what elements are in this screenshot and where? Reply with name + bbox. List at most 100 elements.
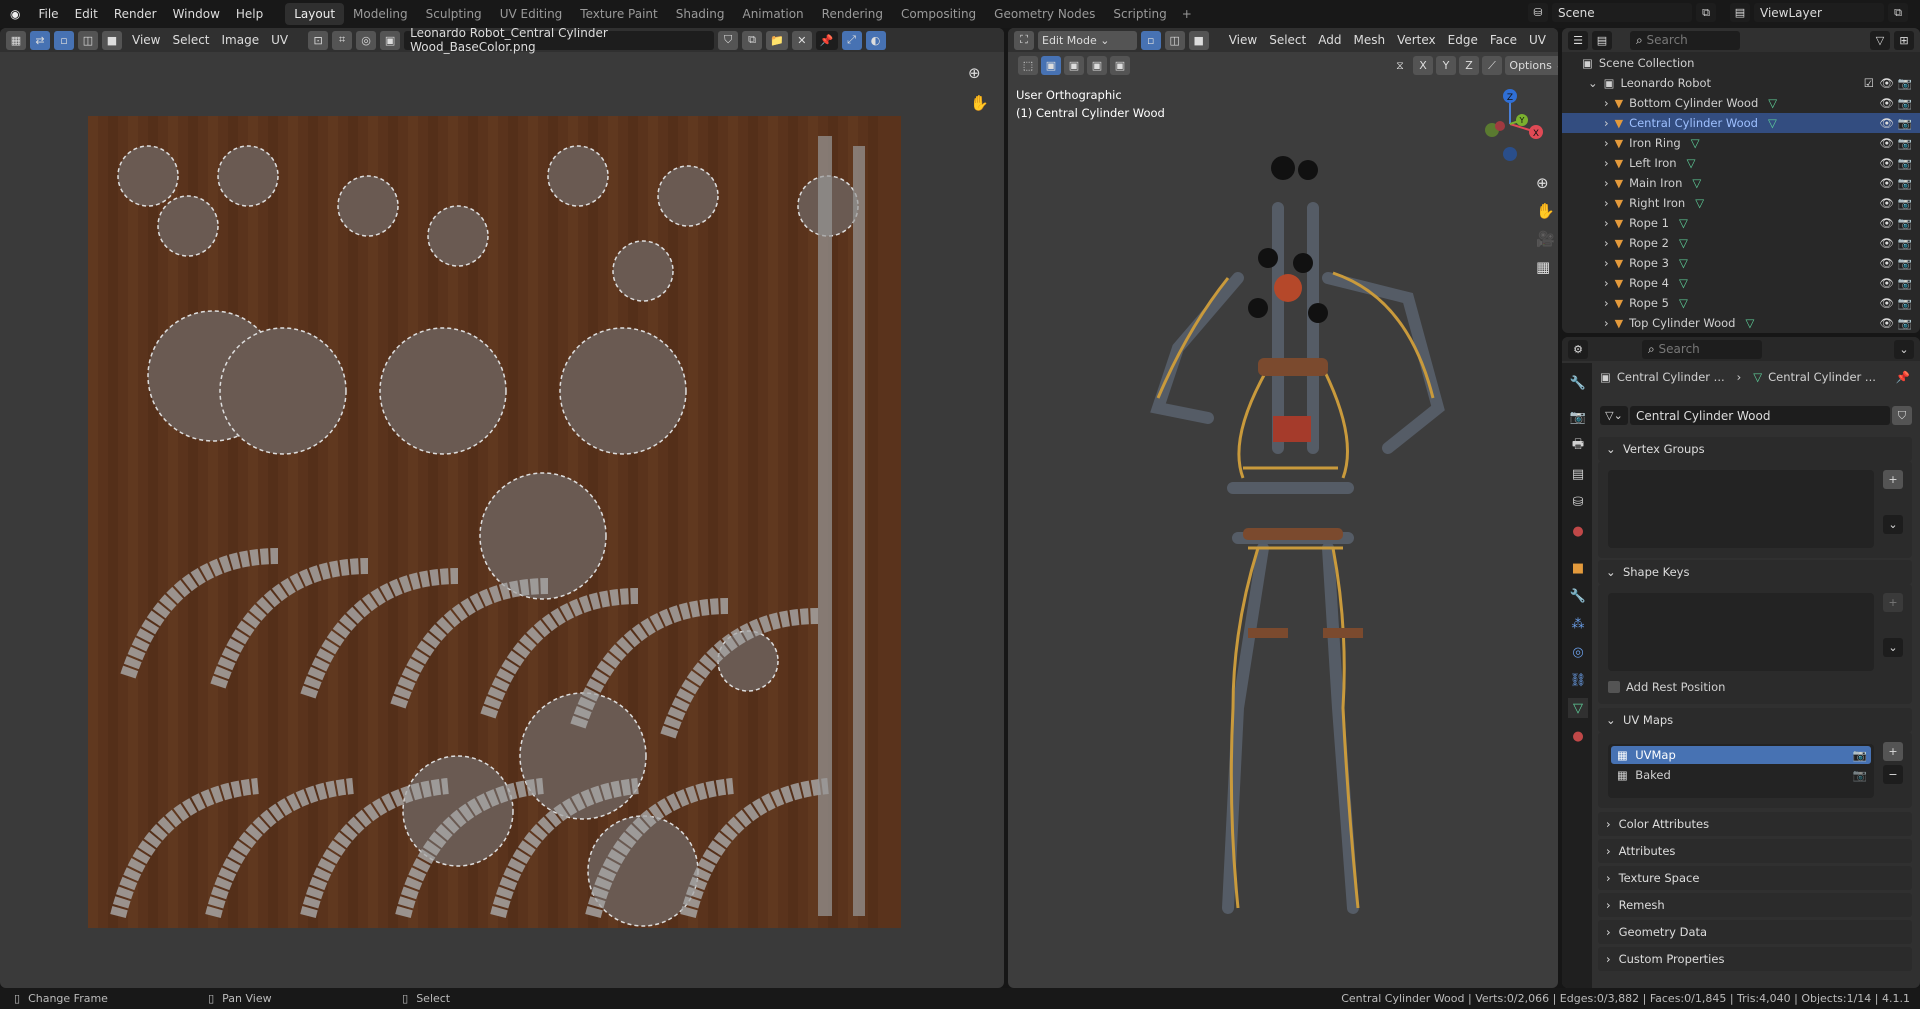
add-vertex-group-button[interactable]: + [1883,470,1903,489]
axis-y-toggle[interactable]: Y [1436,56,1456,75]
render-camera-icon[interactable]: 📷 [1898,156,1912,170]
particles-tab-icon[interactable]: ⁂ [1568,614,1588,634]
remove-uv-map-button[interactable]: − [1883,765,1903,784]
shape-key-menu-button[interactable]: ⌄ [1883,638,1903,657]
expand-icon[interactable]: › [1604,216,1609,230]
tool-tab-icon[interactable]: 🔧 [1568,373,1588,393]
tab-geometry-nodes[interactable]: Geometry Nodes [985,3,1104,25]
viewport-menu-vertex[interactable]: Vertex [1391,33,1442,47]
collection-row[interactable]: ⌄ ▣ Leonardo Robot ☑ 👁 📷 [1562,73,1920,93]
material-tab-icon[interactable]: ● [1568,726,1588,746]
viewport-menu-mesh[interactable]: Mesh [1347,33,1391,47]
scene-tab-icon[interactable]: ⛁ [1568,492,1588,512]
render-camera-icon[interactable]: 📷 [1898,276,1912,290]
expand-icon[interactable]: › [1604,316,1609,330]
expand-icon[interactable]: › [1604,236,1609,250]
visibility-eye-icon[interactable]: 👁 [1879,216,1894,230]
scene-field[interactable]: Scene [1552,3,1692,22]
new-image-icon[interactable]: ⧉ [742,30,763,50]
visibility-eye-icon[interactable]: 👁 [1879,256,1894,270]
outliner-item[interactable]: › ▼ Rope 1 ▽ 👁 📷 [1562,213,1920,233]
expand-icon[interactable]: › [1604,136,1609,150]
section-attributes[interactable]: › Attributes [1598,839,1912,863]
render-camera-icon[interactable]: 📷 [1898,316,1912,330]
expand-icon[interactable]: › [1604,296,1609,310]
properties-search[interactable]: ⌕ Search [1642,339,1762,359]
uv-menu-uv[interactable]: UV [265,33,294,47]
tab-texture-paint[interactable]: Texture Paint [571,3,666,25]
outliner-item[interactable]: › ▼ Central Cylinder Wood ▽ 👁 📷 [1562,113,1920,133]
outliner-item[interactable]: › ▼ Main Iron ▽ 👁 📷 [1562,173,1920,193]
mode-dropdown[interactable]: Edit Mode ⌄ [1038,30,1137,50]
hand-pan-icon[interactable]: ✋ [970,94,989,112]
expand-icon[interactable]: ⌄ [1588,76,1598,90]
outliner-item[interactable]: › ▼ Rope 3 ▽ 👁 📷 [1562,253,1920,273]
section-color-attributes[interactable]: › Color Attributes [1598,812,1912,836]
add-uv-map-button[interactable]: + [1883,742,1903,761]
visibility-eye-icon[interactable]: 👁 [1879,236,1894,250]
blender-logo-icon[interactable]: ◉ [0,7,30,21]
active-render-icon[interactable]: 📷 [1853,768,1867,782]
render-camera-icon[interactable]: 📷 [1898,76,1912,90]
add-workspace-button[interactable]: + [1176,7,1198,21]
outliner-item[interactable]: › ▼ Top Cylinder Wood ▽ 👁 📷 [1562,313,1920,333]
uv-menu-view[interactable]: View [126,33,166,47]
expand-icon[interactable]: › [1604,276,1609,290]
render-camera-icon[interactable]: 📷 [1898,236,1912,250]
view-layer-tab-icon[interactable]: ▤ [1568,464,1588,484]
outliner-item[interactable]: › ▼ Right Iron ▽ 👁 📷 [1562,193,1920,213]
visibility-eye-icon[interactable]: 👁 [1879,296,1894,310]
face-select-icon[interactable]: ■ [102,30,122,50]
menu-help[interactable]: Help [228,7,271,21]
editor-type-icon[interactable]: ⚙ [1568,339,1588,359]
select-tool-icon[interactable]: ⬚ [1018,56,1038,75]
tab-layout[interactable]: Layout [285,3,345,25]
outliner-item[interactable]: › ▼ Rope 2 ▽ 👁 📷 [1562,233,1920,253]
visibility-eye-icon[interactable]: 👁 [1879,96,1894,110]
expand-icon[interactable]: › [1604,96,1609,110]
filter-view-icon[interactable]: ▤ [1592,30,1612,50]
render-camera-icon[interactable]: 📷 [1898,176,1912,190]
outliner-item[interactable]: › ▼ Left Iron ▽ 👁 📷 [1562,153,1920,173]
vertex-groups-list[interactable] [1608,470,1874,548]
visibility-eye-icon[interactable]: 👁 [1879,196,1894,210]
uv-map-item-baked[interactable]: ▦ Baked 📷 [1611,766,1871,784]
fake-user-icon[interactable]: ⛉ [718,30,739,50]
viewport-menu-add[interactable]: Add [1312,33,1347,47]
mirror-icon[interactable]: ⧖ [1390,56,1410,75]
overlay-icon[interactable]: ◐ [865,30,886,50]
menu-file[interactable]: File [30,7,66,21]
pivot-icon[interactable]: ⊡ [308,30,329,50]
tab-uv-editing[interactable]: UV Editing [491,3,572,25]
visibility-eye-icon[interactable]: 👁 [1879,136,1894,150]
image-browse-icon[interactable]: ▣ [380,30,401,50]
render-camera-icon[interactable]: 📷 [1898,96,1912,110]
robot-model[interactable] [1068,148,1468,978]
menu-window[interactable]: Window [165,7,228,21]
tab-modeling[interactable]: Modeling [344,3,417,25]
tab-rendering[interactable]: Rendering [813,3,892,25]
constraints-tab-icon[interactable]: ⛓ [1568,670,1588,690]
vertex-mode-icon[interactable]: ▫ [1140,30,1161,50]
new-scene-button[interactable]: ⧉ [1696,3,1716,22]
outliner-item[interactable]: › ▼ Rope 5 ▽ 👁 📷 [1562,293,1920,313]
render-camera-icon[interactable]: 📷 [1898,216,1912,230]
exclude-checkbox[interactable]: ☑ [1864,76,1874,90]
object-tab-icon[interactable]: ■ [1568,558,1588,578]
select-subtract-icon[interactable]: ▣ [1087,56,1107,75]
viewport-menu-select[interactable]: Select [1263,33,1312,47]
visibility-eye-icon[interactable]: 👁 [1879,156,1894,170]
active-render-icon[interactable]: 📷 [1853,748,1867,762]
tab-animation[interactable]: Animation [733,3,812,25]
select-new-icon[interactable]: ▣ [1041,56,1061,75]
unlink-image-icon[interactable]: ✕ [791,30,812,50]
vertex-group-menu-button[interactable]: ⌄ [1883,515,1903,534]
view-layer-icon[interactable]: ▤ [1730,3,1750,22]
scene-collection-row[interactable]: ▣ Scene Collection [1562,53,1920,73]
visibility-eye-icon[interactable]: 👁 [1879,316,1894,330]
viewport-menu-edge[interactable]: Edge [1442,33,1484,47]
visibility-eye-icon[interactable]: 👁 [1879,76,1894,90]
display-mode-icon[interactable]: ☰ [1568,30,1588,50]
world-tab-icon[interactable]: ● [1568,521,1588,541]
output-tab-icon[interactable]: 🖶 [1568,436,1588,456]
